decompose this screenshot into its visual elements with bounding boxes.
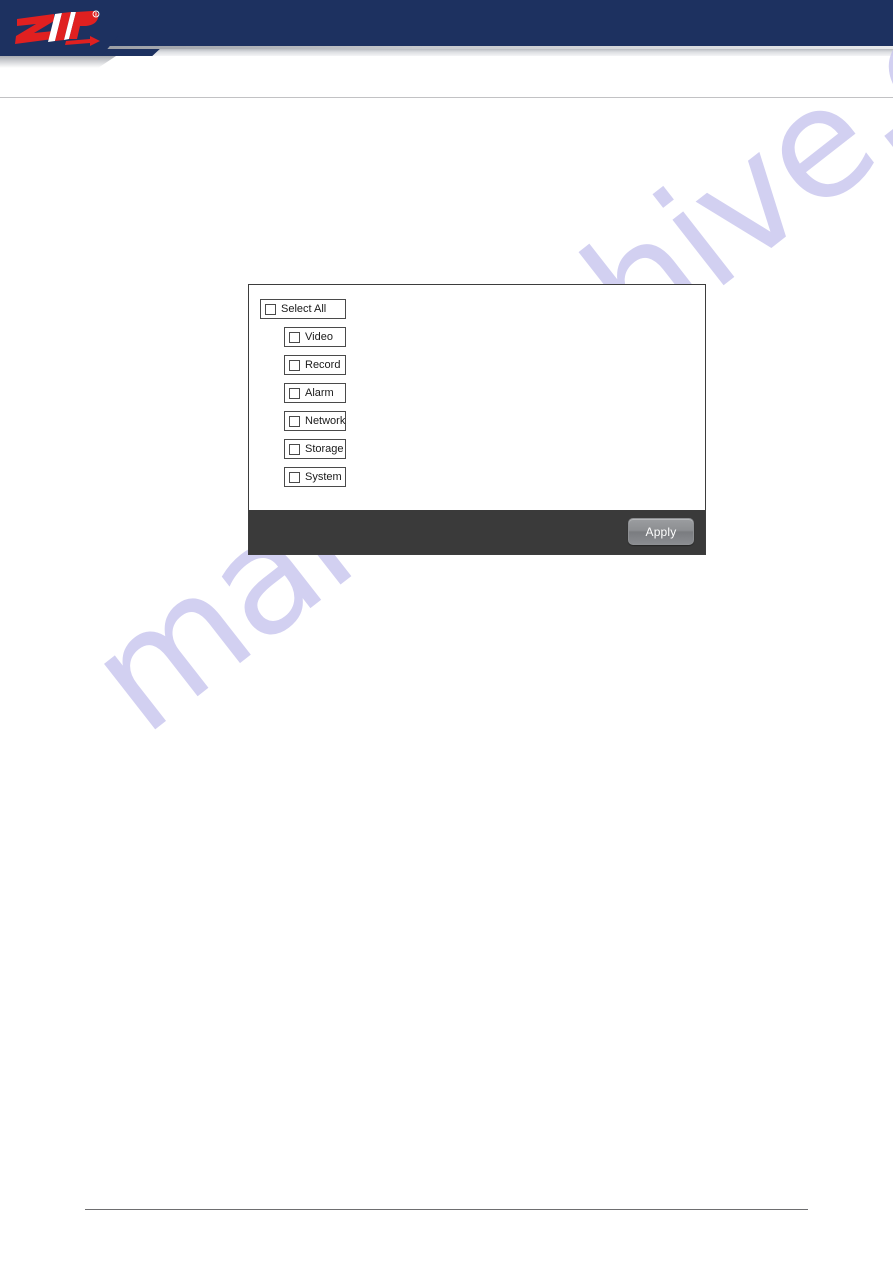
checkbox-video-icon[interactable]: [289, 331, 300, 343]
dialog-body: Select All Video Record Alarm Network St: [249, 285, 705, 510]
checkbox-select-all-icon[interactable]: [265, 303, 276, 315]
apply-button[interactable]: Apply: [628, 518, 694, 545]
checkbox-label-network: Network: [305, 414, 346, 427]
checkbox-row-alarm[interactable]: Alarm: [284, 383, 346, 403]
zip-logo: R: [14, 10, 100, 48]
checkbox-label-video: Video: [305, 330, 333, 343]
header-bevel-line: [96, 46, 893, 49]
header-divider-rule: [0, 97, 893, 98]
checkbox-alarm-icon[interactable]: [289, 387, 300, 399]
checkbox-row-select-all[interactable]: Select All: [260, 299, 346, 319]
page-footer-rule: [85, 1209, 808, 1210]
checkbox-label-select-all: Select All: [281, 302, 327, 315]
header-underlay: [0, 56, 893, 72]
category-selection-dialog: Select All Video Record Alarm Network St: [248, 284, 706, 555]
apply-button-label: Apply: [645, 524, 677, 539]
checkbox-row-record[interactable]: Record: [284, 355, 346, 375]
checkbox-label-alarm: Alarm: [305, 386, 334, 399]
checkbox-storage-icon[interactable]: [289, 443, 300, 455]
header-navy-band: [0, 0, 893, 48]
checkbox-record-icon[interactable]: [289, 359, 300, 371]
svg-text:R: R: [95, 12, 98, 17]
zip-logo-icon: R: [15, 10, 100, 46]
dialog-footer: Apply: [249, 510, 705, 554]
checkbox-row-system[interactable]: System: [284, 467, 346, 487]
checkbox-row-network[interactable]: Network: [284, 411, 346, 431]
checkbox-system-icon[interactable]: [289, 471, 300, 483]
category-checkbox-list: Select All Video Record Alarm Network St: [260, 299, 346, 495]
checkbox-label-system: System: [305, 470, 342, 483]
checkbox-row-video[interactable]: Video: [284, 327, 346, 347]
page-header: R: [0, 0, 893, 72]
checkbox-network-icon[interactable]: [289, 415, 300, 427]
checkbox-row-storage[interactable]: Storage: [284, 439, 346, 459]
checkbox-label-record: Record: [305, 358, 341, 371]
checkbox-label-storage: Storage: [305, 442, 344, 455]
